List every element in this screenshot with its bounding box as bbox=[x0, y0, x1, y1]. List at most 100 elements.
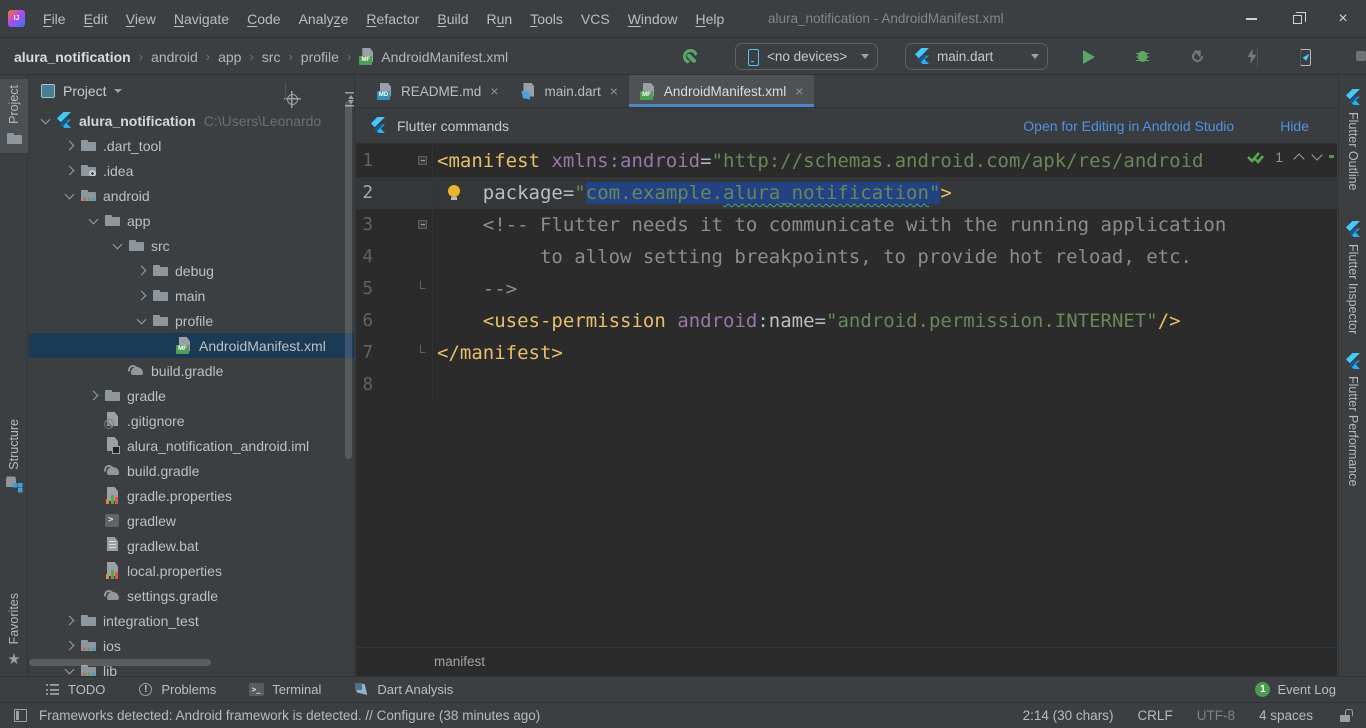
tree-chevron-slot[interactable] bbox=[58, 194, 80, 198]
status-message[interactable]: Frameworks detected: Android framework i… bbox=[39, 708, 540, 723]
tool-tab-project[interactable]: Project bbox=[0, 79, 28, 153]
fold-marker-icon[interactable] bbox=[420, 281, 426, 289]
tree-item-androidmanifest-xml[interactable]: AndroidManifest.xml bbox=[29, 333, 354, 358]
next-problem-button[interactable] bbox=[1311, 149, 1322, 160]
toolwindow-button-terminal[interactable]: Terminal bbox=[248, 681, 321, 698]
tree-item-ios[interactable]: ios bbox=[29, 633, 354, 658]
menu-tools[interactable]: Tools bbox=[521, 0, 572, 38]
intention-bulb-icon[interactable] bbox=[447, 185, 461, 201]
tree-item-gradlew[interactable]: gradlew bbox=[29, 508, 354, 533]
menu-vcs[interactable]: VCS bbox=[572, 0, 619, 38]
menu-file[interactable]: File bbox=[34, 0, 75, 38]
tree-item-settings-gradle[interactable]: settings.gradle bbox=[29, 583, 354, 608]
tree-item--idea[interactable]: .idea bbox=[29, 158, 354, 183]
tree-item-app[interactable]: app bbox=[29, 208, 354, 233]
hot-reload-button[interactable] bbox=[1244, 48, 1261, 65]
code-line-7[interactable]: 7</manifest> bbox=[356, 337, 1337, 369]
tree-chevron-slot[interactable] bbox=[58, 617, 80, 624]
run-button[interactable] bbox=[1079, 48, 1096, 65]
menu-build[interactable]: Build bbox=[428, 0, 477, 38]
run-configuration-selector[interactable]: main.dart bbox=[905, 43, 1048, 70]
project-view-selector[interactable]: Project bbox=[63, 83, 107, 99]
tree-item-gradle-properties[interactable]: gradle.properties bbox=[29, 483, 354, 508]
fold-marker-icon[interactable] bbox=[418, 220, 427, 229]
profile-button[interactable] bbox=[1189, 48, 1206, 65]
tree-chevron-slot[interactable] bbox=[58, 642, 80, 649]
breadcrumb-item[interactable]: src bbox=[262, 49, 281, 65]
menu-refactor[interactable]: Refactor bbox=[357, 0, 428, 38]
menu-analyze[interactable]: Analyze bbox=[290, 0, 358, 38]
inspection-widget[interactable]: 1 bbox=[1247, 149, 1321, 165]
tree-chevron-slot[interactable] bbox=[106, 244, 128, 248]
attach-debugger-button[interactable] bbox=[1296, 48, 1313, 65]
breadcrumb-item-file[interactable]: AndroidManifest.xml bbox=[381, 49, 508, 65]
tree-item-profile[interactable]: profile bbox=[29, 308, 354, 333]
menu-help[interactable]: Help bbox=[687, 0, 734, 38]
stop-button[interactable] bbox=[1352, 48, 1366, 65]
toolwindow-button-dart-analysis[interactable]: Dart Analysis bbox=[353, 681, 453, 698]
event-log-button[interactable]: 1 Event Log bbox=[1255, 682, 1336, 697]
tree-chevron-slot[interactable] bbox=[58, 669, 80, 673]
line-separator-widget[interactable]: CRLF bbox=[1137, 708, 1172, 723]
indent-widget[interactable]: 4 spaces bbox=[1259, 708, 1313, 723]
toolwindow-button-todo[interactable]: TODO bbox=[44, 681, 105, 698]
fold-marker-icon[interactable] bbox=[418, 156, 427, 165]
tree-item-local-properties[interactable]: local.properties bbox=[29, 558, 354, 583]
hide-banner-link[interactable]: Hide bbox=[1280, 118, 1309, 134]
tree-item-integration-test[interactable]: integration_test bbox=[29, 608, 354, 633]
close-tab-icon[interactable]: × bbox=[610, 83, 618, 99]
code-line-5[interactable]: 5 --> bbox=[356, 273, 1337, 305]
device-selector[interactable]: <no devices> bbox=[735, 43, 878, 70]
tool-tab-flutter-outline[interactable]: Flutter Outline bbox=[1339, 83, 1366, 197]
locate-file-button[interactable] bbox=[284, 91, 301, 108]
code-line-2[interactable]: 2 package="com.example.alura_notificatio… bbox=[356, 177, 1337, 209]
previous-problem-button[interactable] bbox=[1293, 153, 1304, 164]
tree-item-src[interactable]: src bbox=[29, 233, 354, 258]
fold-marker-icon[interactable] bbox=[420, 345, 426, 353]
close-button[interactable]: × bbox=[1320, 0, 1366, 38]
tool-tab-favorites[interactable]: Favorites ★ bbox=[0, 587, 28, 674]
tree-item-main[interactable]: main bbox=[29, 283, 354, 308]
toggle-toolwindows-icon[interactable] bbox=[12, 707, 29, 724]
lock-icon[interactable] bbox=[1337, 707, 1354, 724]
tree-item--gitignore[interactable]: .gitignore bbox=[29, 408, 354, 433]
caret-position-widget[interactable]: 2:14 (30 chars) bbox=[1023, 708, 1114, 723]
code-line-4[interactable]: 4 to allow setting breakpoints, to provi… bbox=[356, 241, 1337, 273]
menu-edit[interactable]: Edit bbox=[75, 0, 117, 38]
tree-horizontal-scrollbar[interactable] bbox=[29, 659, 211, 666]
tool-tab-structure[interactable]: Structure bbox=[0, 413, 28, 499]
encoding-widget[interactable]: UTF-8 bbox=[1197, 708, 1235, 723]
code-line-1[interactable]: 1<manifest xmlns:android="http://schemas… bbox=[356, 145, 1337, 177]
tree-chevron-slot[interactable] bbox=[82, 219, 104, 223]
tree-vertical-scrollbar[interactable] bbox=[345, 101, 352, 459]
close-tab-icon[interactable]: × bbox=[795, 83, 803, 99]
breadcrumb-item[interactable]: app bbox=[218, 49, 241, 65]
editor-tab-readme-md[interactable]: README.md× bbox=[366, 75, 509, 107]
menu-view[interactable]: View bbox=[117, 0, 165, 38]
menu-window[interactable]: Window bbox=[619, 0, 687, 38]
editor-tab-main-dart[interactable]: main.dart× bbox=[509, 75, 628, 107]
tree-item-build-gradle[interactable]: build.gradle bbox=[29, 358, 354, 383]
tree-chevron-slot[interactable] bbox=[58, 167, 80, 174]
breadcrumb-item[interactable]: alura_notification bbox=[14, 49, 131, 65]
toolwindow-button-problems[interactable]: Problems bbox=[137, 681, 216, 698]
code-line-3[interactable]: 3 <!-- Flutter needs it to communicate w… bbox=[356, 209, 1337, 241]
open-in-android-studio-link[interactable]: Open for Editing in Android Studio bbox=[1023, 118, 1234, 134]
close-tab-icon[interactable]: × bbox=[490, 83, 498, 99]
flutter-hot-reload-icon[interactable] bbox=[682, 48, 699, 65]
tree-item-gradlew-bat[interactable]: gradlew.bat bbox=[29, 533, 354, 558]
tree-chevron-slot[interactable] bbox=[130, 292, 152, 299]
tree-chevron-slot[interactable] bbox=[130, 267, 152, 274]
restore-button[interactable] bbox=[1274, 0, 1320, 38]
minimize-button[interactable] bbox=[1228, 0, 1274, 38]
tree-item-gradle[interactable]: gradle bbox=[29, 383, 354, 408]
tree-item-debug[interactable]: debug bbox=[29, 258, 354, 283]
breadcrumb-item[interactable]: profile bbox=[301, 49, 339, 65]
tool-tab-flutter-inspector[interactable]: Flutter Inspector bbox=[1339, 215, 1366, 340]
tree-item--dart-tool[interactable]: .dart_tool bbox=[29, 133, 354, 158]
tree-chevron-slot[interactable] bbox=[34, 119, 56, 123]
code-line-6[interactable]: 6 <uses-permission android:name="android… bbox=[356, 305, 1337, 337]
tree-item-build-gradle[interactable]: build.gradle bbox=[29, 458, 354, 483]
code-line-8[interactable]: 8 bbox=[356, 369, 1337, 401]
tree-chevron-slot[interactable] bbox=[82, 392, 104, 399]
